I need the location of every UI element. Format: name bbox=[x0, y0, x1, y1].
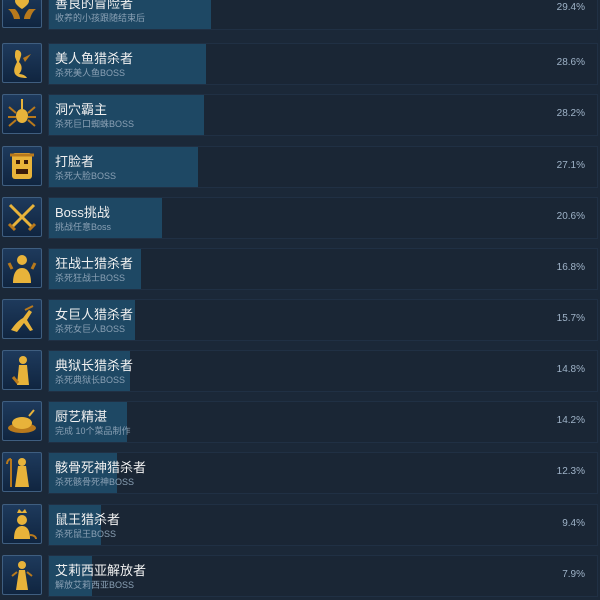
achievement-description: 挑战任意Boss bbox=[55, 222, 112, 232]
achievement-progress-panel: 打脸者杀死大脸BOSS 27.1% bbox=[48, 146, 598, 188]
achievement-progress-panel: 厨艺精湛完成 10个菜品制作 14.2% bbox=[48, 401, 598, 443]
achievement-progress-panel: 女巨人猎杀者杀死女巨人BOSS 15.7% bbox=[48, 299, 598, 341]
achievement-name: 洞穴霸主 bbox=[55, 102, 108, 117]
unlock-percentage: 16.8% bbox=[556, 262, 585, 273]
achievement-description: 杀死鼠王BOSS bbox=[55, 529, 117, 539]
unlock-percentage: 12.3% bbox=[556, 466, 585, 477]
mask-face-icon bbox=[2, 146, 42, 186]
achievement-name: 狂战士猎杀者 bbox=[55, 256, 134, 271]
alicia-icon bbox=[2, 555, 42, 595]
achievement-name: 厨艺精湛 bbox=[55, 409, 108, 424]
achievement-description: 杀死巨口蜘蛛BOSS bbox=[55, 119, 135, 129]
achievement-name: 打脸者 bbox=[55, 154, 95, 169]
unlock-percentage: 14.2% bbox=[556, 415, 585, 426]
achievement-progress-panel: 狂战士猎杀者杀死狂战士BOSS 16.8% bbox=[48, 248, 598, 290]
achievement-name: 骸骨死神猎杀者 bbox=[55, 460, 147, 475]
achievement-name: 美人鱼猎杀者 bbox=[55, 51, 134, 66]
rat-king-icon bbox=[2, 504, 42, 544]
achievement-progress-panel: 美人鱼猎杀者杀死美人鱼BOSS 28.6% bbox=[48, 43, 598, 85]
berserker-icon bbox=[2, 248, 42, 288]
unlock-percentage: 9.4% bbox=[562, 518, 585, 529]
achievement-row[interactable]: 厨艺精湛完成 10个菜品制作 14.2% bbox=[0, 400, 600, 446]
achievement-description: 杀死典狱长BOSS bbox=[55, 375, 126, 385]
achievement-row[interactable]: 女巨人猎杀者杀死女巨人BOSS 15.7% bbox=[0, 298, 600, 344]
achievement-list: 善良的冒险者 收养的小孩跟随结束后 29.4% 美人鱼猎杀者 杀死美人鱼BOSS 28.6… bbox=[0, 0, 600, 598]
achievement-description: 收养的小孩跟随结束后 bbox=[55, 13, 146, 23]
achievement-name: 女巨人猎杀者 bbox=[55, 307, 134, 322]
unlock-percentage: 7.9% bbox=[562, 569, 585, 580]
achievement-row[interactable]: Boss挑战挑战任意Boss 20.6% bbox=[0, 196, 600, 242]
achievement-progress-panel: 骸骨死神猎杀者杀死骸骨死神BOSS 12.3% bbox=[48, 452, 598, 494]
roast-dish-icon bbox=[2, 401, 42, 441]
achievement-progress-panel: 善良的冒险者 收养的小孩跟随结束后 29.4% bbox=[48, 0, 598, 30]
unlock-percentage: 28.6% bbox=[556, 57, 585, 68]
unlock-percentage: 14.8% bbox=[556, 364, 585, 375]
unlock-percentage: 29.4% bbox=[556, 2, 585, 13]
achievement-name: Boss挑战 bbox=[55, 205, 110, 220]
achievement-row[interactable]: 善良的冒险者 收养的小孩跟随结束后 29.4% bbox=[0, 0, 600, 33]
achievement-progress-panel: 典狱长猎杀者杀死典狱长BOSS 14.8% bbox=[48, 350, 598, 392]
achievement-row[interactable]: 洞穴霸主杀死巨口蜘蛛BOSS 28.2% bbox=[0, 93, 600, 139]
unlock-percentage: 28.2% bbox=[556, 108, 585, 119]
spider-icon bbox=[2, 94, 42, 134]
achievement-progress-panel: 艾莉西亚解放者解放艾莉西亚BOSS 7.9% bbox=[48, 555, 598, 597]
achievement-name: 艾莉西亚解放者 bbox=[55, 563, 147, 578]
achievement-progress-panel: 洞穴霸主杀死巨口蜘蛛BOSS 28.2% bbox=[48, 94, 598, 136]
achievement-row[interactable]: 鼠王猎杀者杀死鼠王BOSS 9.4% bbox=[0, 503, 600, 549]
achievement-description: 完成 10个菜品制作 bbox=[55, 426, 131, 436]
achievement-description: 杀死美人鱼BOSS bbox=[55, 68, 126, 78]
achievement-description: 杀死大脸BOSS bbox=[55, 171, 117, 181]
unlock-percentage: 27.1% bbox=[556, 160, 585, 171]
achievement-row[interactable]: 美人鱼猎杀者杀死美人鱼BOSS 28.6% bbox=[0, 42, 600, 88]
achievement-description: 解放艾莉西亚BOSS bbox=[55, 580, 135, 590]
achievement-progress-panel: 鼠王猎杀者杀死鼠王BOSS 9.4% bbox=[48, 504, 598, 546]
achievement-row[interactable]: 打脸者杀死大脸BOSS 27.1% bbox=[0, 145, 600, 191]
achievement-row[interactable]: 骸骨死神猎杀者杀死骸骨死神BOSS 12.3% bbox=[0, 451, 600, 497]
heart-hands-icon bbox=[2, 0, 42, 28]
mermaid-icon bbox=[2, 43, 42, 83]
achievement-row[interactable]: 艾莉西亚解放者解放艾莉西亚BOSS 7.9% bbox=[0, 554, 600, 600]
unlock-percentage: 15.7% bbox=[556, 313, 585, 324]
achievement-description: 杀死狂战士BOSS bbox=[55, 273, 126, 283]
achievement-row[interactable]: 狂战士猎杀者杀死狂战士BOSS 16.8% bbox=[0, 247, 600, 293]
unlock-percentage: 20.6% bbox=[556, 211, 585, 222]
achievement-description: 杀死骸骨死神BOSS bbox=[55, 477, 135, 487]
achievement-description: 杀死女巨人BOSS bbox=[55, 324, 126, 334]
giantess-icon bbox=[2, 299, 42, 339]
achievement-row[interactable]: 典狱长猎杀者杀死典狱长BOSS 14.8% bbox=[0, 349, 600, 395]
crossed-swords-icon bbox=[2, 197, 42, 237]
warden-icon bbox=[2, 350, 42, 390]
achievement-progress-panel: Boss挑战挑战任意Boss 20.6% bbox=[48, 197, 598, 239]
achievement-name: 典狱长猎杀者 bbox=[55, 358, 134, 373]
achievement-name: 鼠王猎杀者 bbox=[55, 512, 121, 527]
reaper-icon bbox=[2, 452, 42, 492]
